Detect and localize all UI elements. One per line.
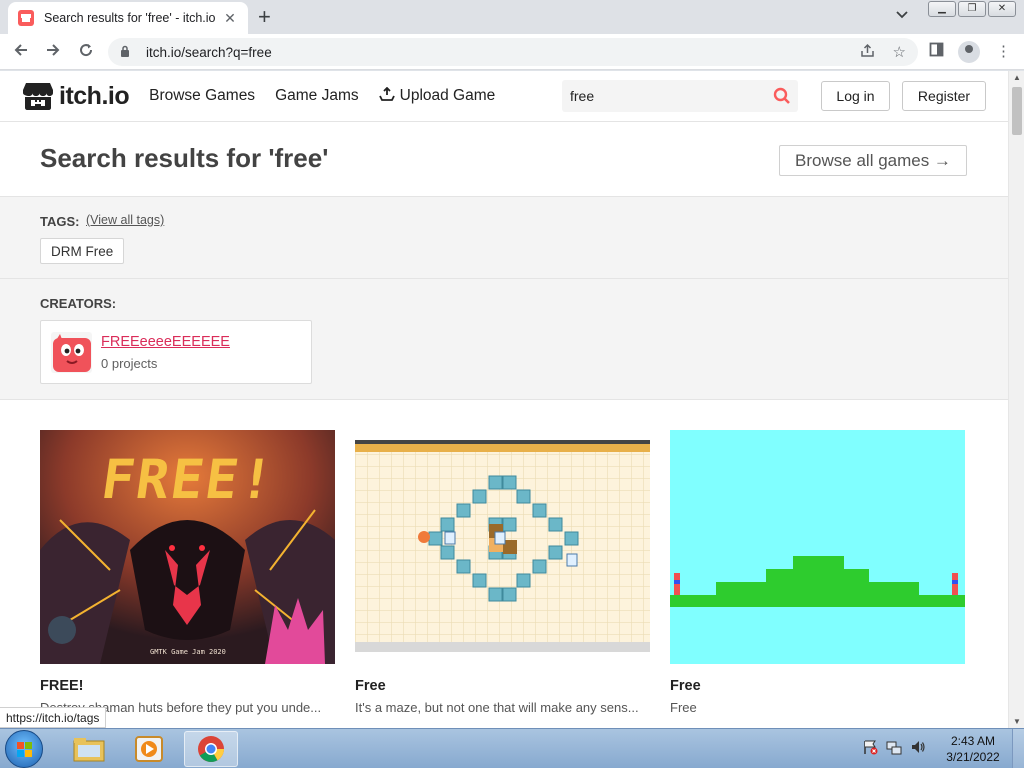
game-description: Free [670, 700, 697, 715]
bookmark-star-icon[interactable]: ☆ [893, 43, 906, 61]
scroll-up-icon[interactable]: ▲ [1009, 73, 1024, 82]
scrollbar-thumb[interactable] [1012, 87, 1022, 135]
clock-date: 3/21/2022 [946, 750, 1000, 764]
nav-upload-game[interactable]: Upload Game [378, 86, 496, 106]
scroll-down-icon[interactable]: ▼ [1009, 717, 1024, 726]
view-all-tags-link[interactable]: (View all tags) [86, 213, 164, 227]
lock-icon [120, 45, 134, 60]
game-title[interactable]: Free [355, 678, 650, 694]
browser-tab[interactable]: Search results for 'free' - itch.io ✕ [8, 2, 248, 34]
results-titlebar: Search results for 'free' Browse all gam… [0, 122, 1008, 197]
page-content: itch.io Browse Games Game Jams Upload Ga… [0, 71, 1008, 728]
upload-game-label: Upload Game [399, 87, 496, 104]
browse-all-games-button[interactable]: Browse all games → [779, 145, 967, 176]
search-icon[interactable] [766, 87, 798, 105]
tab-search-chevron-icon[interactable] [896, 8, 908, 22]
creator-projects-count: 0 projects [101, 356, 158, 371]
media-player-icon[interactable] [122, 731, 176, 767]
page-scrollbar[interactable]: ▲ ▼ [1008, 71, 1024, 728]
creator-name-link[interactable]: FREEeeeeEEEEEE [101, 334, 230, 350]
back-arrow-icon[interactable] [11, 42, 31, 63]
share-icon[interactable] [860, 43, 875, 62]
creators-label: CREATORS: [40, 296, 117, 311]
site-header: itch.io Browse Games Game Jams Upload Ga… [0, 71, 1008, 122]
volume-icon[interactable] [910, 739, 926, 758]
game-thumbnail[interactable]: FREE! GMTK Game Jam 2020 [40, 430, 335, 664]
game-description: It's a maze, but not one that will make … [355, 700, 639, 715]
game-thumbnail[interactable] [670, 430, 965, 664]
creator-card[interactable]: FREEeeeeEEEEEE 0 projects [40, 320, 312, 384]
thumbnail-credit-text: GMTK Game Jam 2020 [150, 648, 226, 656]
creator-avatar [51, 332, 92, 373]
browser-toolbar: itch.io/search?q=free ☆ ⋮ [0, 34, 1024, 70]
thumbnail-logo-text: FREE! [97, 448, 279, 511]
system-tray [862, 739, 926, 758]
start-button[interactable] [5, 730, 43, 768]
taskbar-clock[interactable]: 2:43 AM 3/21/2022 [938, 733, 1008, 765]
site-search [562, 80, 798, 112]
browser-menu-icon[interactable]: ⋮ [996, 42, 1011, 60]
tag-drm-free[interactable]: DRM Free [40, 238, 125, 264]
new-tab-icon[interactable]: + [258, 6, 271, 28]
upload-icon [378, 86, 395, 106]
game-title[interactable]: FREE! [40, 678, 335, 694]
browser-tabstrip: Search results for 'free' - itch.io ✕ + … [0, 0, 1024, 34]
search-input[interactable] [570, 88, 766, 104]
clock-time: 2:43 AM [950, 734, 996, 748]
tags-section: TAGS: (View all tags) DRM Free [0, 197, 1008, 279]
itchio-favicon-icon [18, 10, 34, 26]
login-button[interactable]: Log in [821, 81, 890, 111]
itchio-logo[interactable]: itch.io [22, 81, 130, 111]
nav-browse-games[interactable]: Browse Games [149, 87, 255, 105]
game-title[interactable]: Free [670, 678, 965, 694]
game-card[interactable]: FREE! GMTK Game Jam 2020 FREE! Destroy s… [40, 430, 335, 715]
game-thumbnail[interactable] [355, 430, 650, 664]
creators-section: CREATORS: FREEeeeeEEEEEE 0 projects [0, 279, 1008, 400]
file-explorer-icon[interactable] [62, 731, 116, 767]
game-card[interactable]: Free It's a maze, but not one that will … [355, 430, 650, 715]
link-status-bar: https://itch.io/tags [0, 707, 107, 728]
page-title: Search results for 'free' [40, 143, 329, 173]
show-desktop-button[interactable] [1012, 729, 1024, 768]
side-panel-icon[interactable] [929, 42, 944, 61]
tags-label: TAGS: [40, 214, 80, 229]
url-text: itch.io/search?q=free [146, 44, 272, 60]
chrome-taskbar-icon[interactable] [184, 731, 238, 767]
address-bar[interactable]: itch.io/search?q=free ☆ [108, 38, 918, 66]
logo-text: itch.io [59, 81, 130, 110]
tab-title: Search results for 'free' - itch.io [44, 11, 216, 25]
network-icon[interactable] [886, 739, 902, 758]
game-card[interactable]: Free Free [670, 430, 965, 715]
tab-close-icon[interactable]: ✕ [222, 10, 238, 27]
taskbar: 2:43 AM 3/21/2022 [0, 728, 1024, 768]
restore-icon[interactable]: ❐ [958, 1, 986, 17]
register-button[interactable]: Register [902, 81, 986, 111]
forward-arrow-icon[interactable] [43, 42, 63, 63]
profile-avatar-icon[interactable] [958, 41, 980, 63]
minimize-icon[interactable]: ▁ [928, 1, 956, 17]
itchio-logo-icon [22, 81, 54, 111]
close-window-icon[interactable]: ✕ [988, 1, 1016, 17]
action-center-flag-icon[interactable] [862, 739, 878, 758]
reload-icon[interactable] [76, 42, 96, 63]
window-controls: ▁ ❐ ✕ [928, 1, 1016, 17]
nav-game-jams[interactable]: Game Jams [275, 87, 359, 105]
